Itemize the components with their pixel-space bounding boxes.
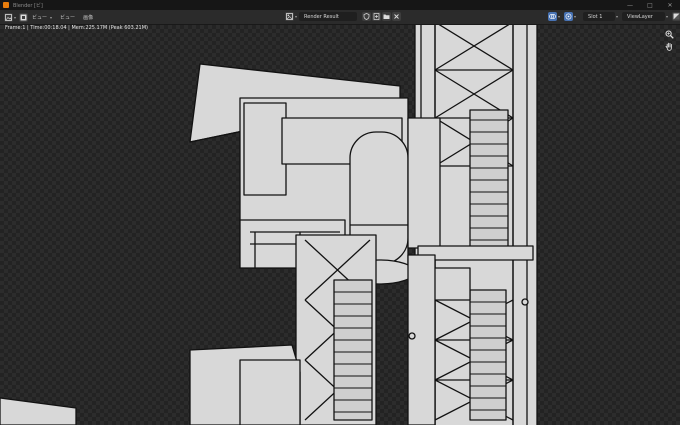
chevron-down-icon[interactable]: ▾ — [295, 14, 297, 19]
close-window-button[interactable]: ✕ — [660, 0, 680, 10]
view-layer-selector[interactable]: ViewLayer — [622, 12, 666, 21]
maximize-button[interactable]: □ — [640, 0, 660, 10]
display-channels-button[interactable] — [672, 12, 680, 21]
image-mode-button[interactable] — [19, 12, 29, 22]
chevron-down-icon[interactable]: ▾ — [14, 15, 16, 20]
chevron-down-icon[interactable]: ▾ — [574, 14, 576, 19]
view-mode-icon — [20, 14, 27, 20]
gizmo-icon — [565, 13, 572, 20]
pan-button[interactable] — [664, 41, 675, 52]
menu-view-2[interactable]: ビュー — [58, 14, 77, 21]
window-controls: — □ ✕ — [620, 0, 680, 10]
unlink-image-button[interactable] — [392, 12, 402, 21]
browse-image-button[interactable] — [285, 12, 294, 21]
zoom-icon — [665, 30, 674, 39]
new-image-icon — [373, 13, 380, 20]
close-icon — [394, 14, 399, 19]
folder-icon — [383, 14, 390, 19]
chevron-down-icon[interactable]: ▾ — [558, 14, 560, 19]
editor-type-button[interactable] — [4, 12, 13, 22]
chevron-down-icon[interactable]: ▾ — [666, 14, 668, 19]
rgb-channels-icon — [673, 13, 680, 20]
render-viewport[interactable]: Frame:1 | Time:00:18.04 | Mem:225.17M (P… — [0, 25, 680, 425]
hand-icon — [665, 42, 672, 51]
open-image-button[interactable] — [382, 12, 392, 21]
overlay-button[interactable] — [548, 12, 557, 21]
overlay-icon — [549, 14, 556, 19]
menu-view[interactable]: ビュー — [30, 14, 49, 21]
zoom-button[interactable] — [664, 29, 675, 40]
window-titlebar: Blender [ビ] — □ ✕ — [0, 0, 680, 10]
blender-icon — [3, 2, 9, 8]
window-title: Blender [ビ] — [13, 2, 43, 9]
image-icon — [286, 13, 293, 20]
menu-image[interactable]: 画像 — [81, 14, 95, 21]
chevron-down-icon[interactable]: ▾ — [50, 15, 52, 20]
minimize-button[interactable]: — — [620, 0, 640, 10]
gizmo-button[interactable] — [564, 12, 574, 21]
slot-selector[interactable]: Slot 1 — [583, 12, 616, 21]
shield-icon — [363, 13, 370, 20]
image-name-field[interactable]: Render Result — [299, 12, 358, 21]
render-image — [0, 25, 538, 425]
render-stats: Frame:1 | Time:00:18.04 | Mem:225.17M (P… — [5, 25, 148, 31]
new-image-button[interactable] — [372, 12, 382, 21]
fake-user-button[interactable] — [362, 12, 372, 21]
image-editor-header: ▾ ビュー ▾ ビュー 画像 ▾ Render Result ▾ ▾ Slot … — [0, 10, 680, 25]
image-editor-icon — [5, 13, 12, 21]
chevron-down-icon[interactable]: ▾ — [616, 14, 618, 19]
